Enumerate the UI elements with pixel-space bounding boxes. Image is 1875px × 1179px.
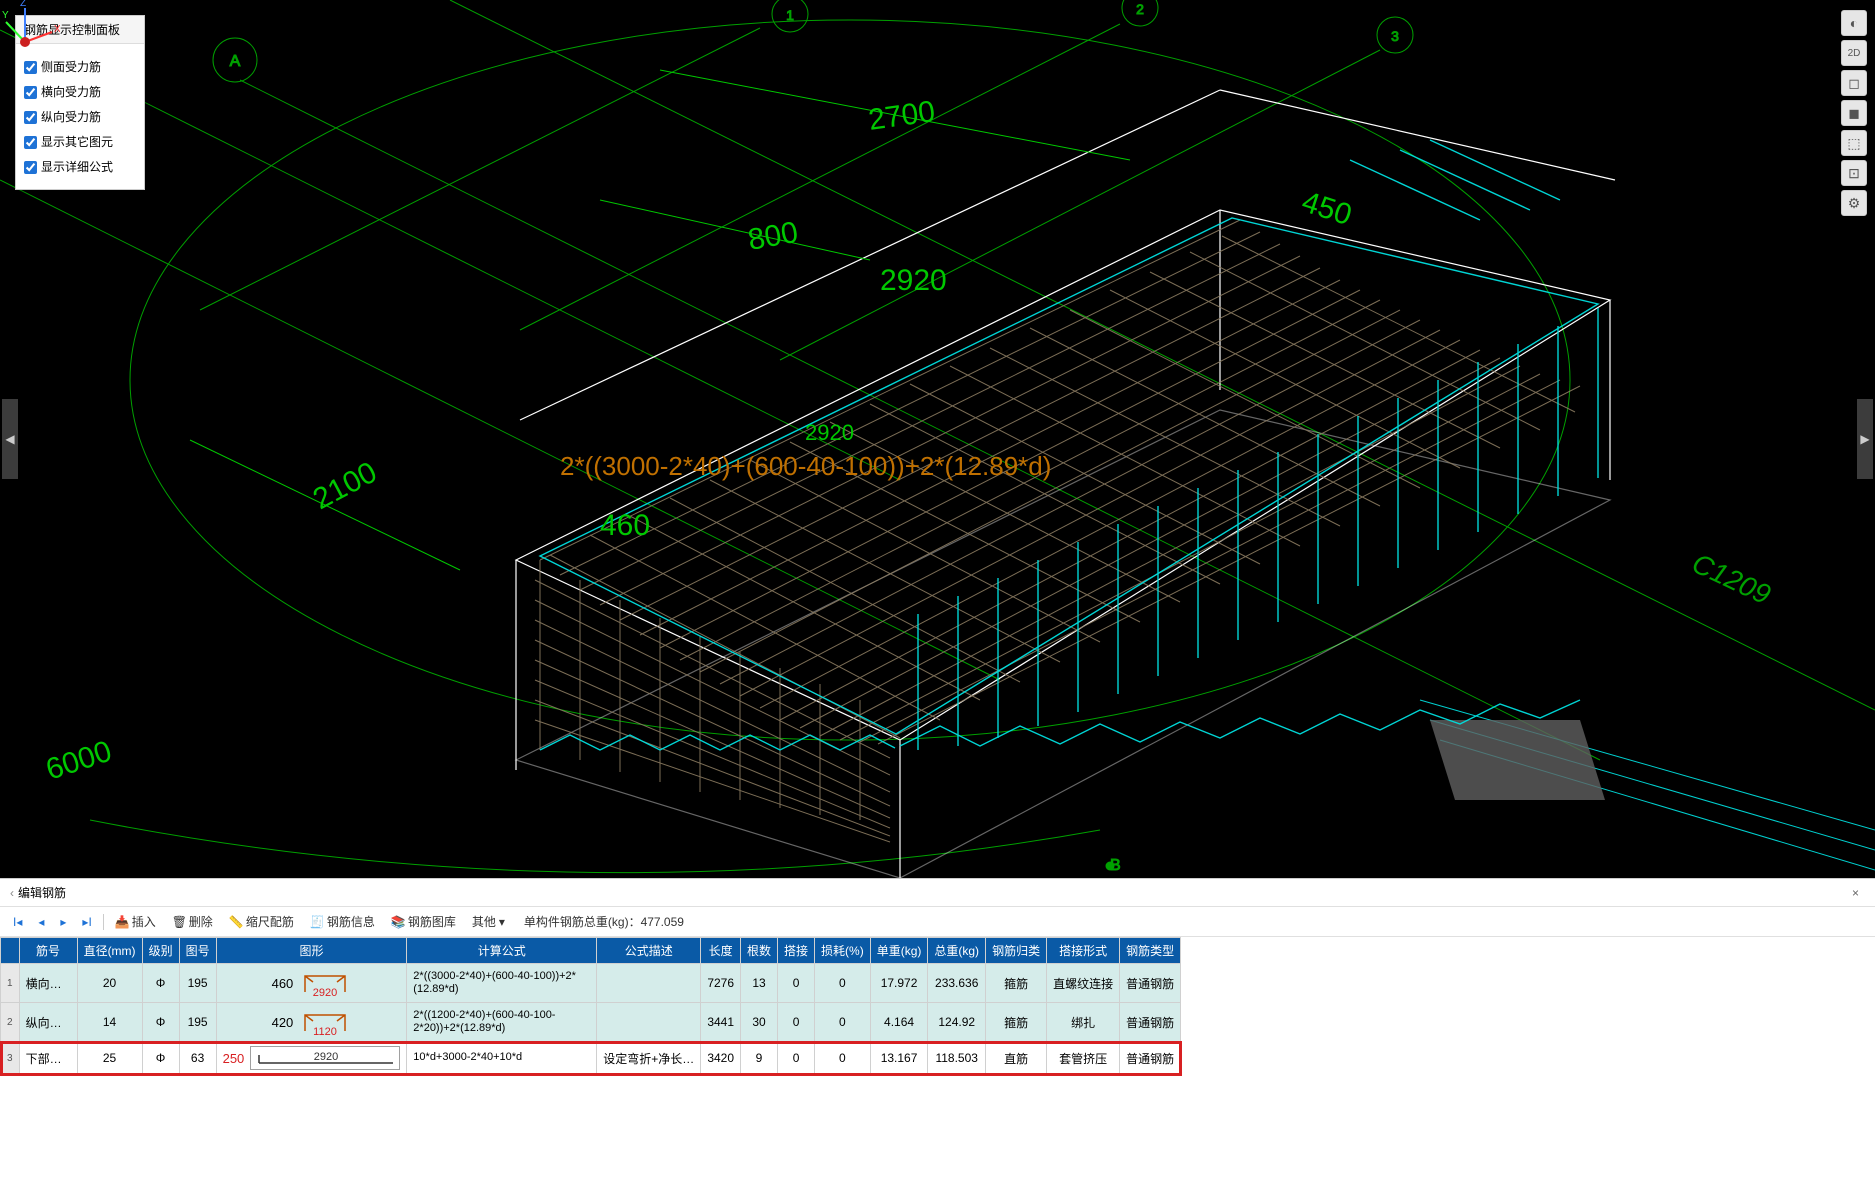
svg-text:2: 2 bbox=[1136, 1, 1144, 17]
col-header[interactable]: 计算公式 bbox=[407, 938, 597, 964]
svg-text:X: X bbox=[54, 24, 60, 35]
svg-text:2920: 2920 bbox=[314, 1051, 338, 1063]
formula-overlay: 2*((3000-2*40)+(600-40-100))+2*(12.89*d) bbox=[560, 451, 1051, 481]
svg-text:C1209: C1209 bbox=[1687, 547, 1775, 610]
cube-fill-icon[interactable]: ◼ bbox=[1841, 100, 1867, 126]
nav-next-icon[interactable]: ▸ bbox=[55, 913, 71, 931]
col-header[interactable]: 单重(kg) bbox=[870, 938, 928, 964]
opt-other-elem[interactable]: 显示其它图元 bbox=[24, 129, 136, 154]
settings-icon[interactable]: ⚙ bbox=[1841, 190, 1867, 216]
svg-text:2920: 2920 bbox=[805, 420, 854, 445]
close-icon[interactable]: × bbox=[1846, 886, 1865, 900]
col-header[interactable]: 搭接形式 bbox=[1047, 938, 1120, 964]
cell-name[interactable]: 纵向受力筋.1 bbox=[19, 1003, 77, 1042]
editor-toolbar: I◂ ◂ ▸ ▸I 📥插入 🗑删除 📏缩尺配筋 🧾钢筋信息 📚钢筋图库 其他 ▾… bbox=[0, 907, 1875, 937]
globe-icon[interactable]: ◐ bbox=[1841, 10, 1867, 36]
svg-text:Y: Y bbox=[2, 10, 9, 21]
opt-v-bar[interactable]: 纵向受力筋 bbox=[24, 104, 136, 129]
right-chevron[interactable]: ▶ bbox=[1857, 399, 1873, 479]
table-row[interactable]: 1横向受力筋.120Φ19546029202*((3000-2*40)+(600… bbox=[1, 964, 1181, 1003]
nav-first-icon[interactable]: I◂ bbox=[8, 913, 27, 931]
insert-icon: 📥 bbox=[115, 915, 129, 929]
lib-icon: 📚 bbox=[391, 915, 405, 929]
cad-drawing: A 1 2 3 B C1 bbox=[0, 0, 1875, 878]
axis-gizmo[interactable]: X Y Z bbox=[0, 0, 60, 60]
select-icon[interactable]: ⬚ bbox=[1841, 130, 1867, 156]
col-header[interactable]: 总重(kg) bbox=[928, 938, 986, 964]
svg-text:6000: 6000 bbox=[42, 735, 116, 787]
rebar-editor-panel: ‹ 编辑钢筋 × I◂ ◂ ▸ ▸I 📥插入 🗑删除 📏缩尺配筋 🧾钢筋信息 📚… bbox=[0, 878, 1875, 1179]
col-header[interactable]: 长度 bbox=[701, 938, 741, 964]
focus-icon[interactable]: ⊡ bbox=[1841, 160, 1867, 186]
svg-text:1: 1 bbox=[786, 7, 794, 23]
table-row[interactable]: 2纵向受力筋.114Φ19542011202*((1200-2*40)+(600… bbox=[1, 1003, 1181, 1042]
chevron-left-icon[interactable]: ‹ bbox=[10, 886, 14, 900]
svg-text:800: 800 bbox=[745, 216, 800, 257]
col-header[interactable]: 公式描述 bbox=[597, 938, 701, 964]
svg-text:2100: 2100 bbox=[308, 456, 382, 516]
cube-wire-icon[interactable]: ◻ bbox=[1841, 70, 1867, 96]
nav-last-icon[interactable]: ▸I bbox=[77, 913, 96, 931]
panel-title: 编辑钢筋 bbox=[18, 884, 66, 901]
left-chevron[interactable]: ◀ bbox=[2, 399, 18, 479]
view-toolbar: ◐ 2D ◻ ◼ ⬚ ⊡ ⚙ bbox=[1841, 10, 1867, 216]
scale-button[interactable]: 📏缩尺配筋 bbox=[224, 911, 299, 932]
cell-name[interactable]: 下部受力筋.1 bbox=[19, 1042, 77, 1075]
opt-detail-formula[interactable]: 显示详细公式 bbox=[24, 154, 136, 179]
rebar-table[interactable]: 筋号直径(mm)级别图号图形计算公式公式描述长度根数搭接损耗(%)单重(kg)总… bbox=[0, 937, 1181, 1075]
col-header[interactable]: 搭接 bbox=[778, 938, 815, 964]
svg-text:460: 460 bbox=[600, 509, 650, 542]
col-header[interactable]: 图号 bbox=[179, 938, 216, 964]
delete-icon: 🗑 bbox=[172, 915, 186, 929]
view-2d-button[interactable]: 2D bbox=[1841, 40, 1867, 66]
svg-text:2920: 2920 bbox=[880, 264, 947, 297]
svg-text:1120: 1120 bbox=[313, 1026, 337, 1037]
viewport-3d[interactable]: A 1 2 3 B C1 bbox=[0, 0, 1875, 878]
opt-h-bar[interactable]: 横向受力筋 bbox=[24, 79, 136, 104]
col-header[interactable]: 直径(mm) bbox=[77, 938, 142, 964]
insert-button[interactable]: 📥插入 bbox=[110, 911, 161, 932]
col-header[interactable]: 图形 bbox=[216, 938, 407, 964]
col-header[interactable]: 损耗(%) bbox=[815, 938, 871, 964]
nav-prev-icon[interactable]: ◂ bbox=[33, 913, 49, 931]
info-icon: 🧾 bbox=[310, 915, 324, 929]
info-button[interactable]: 🧾钢筋信息 bbox=[305, 911, 380, 932]
svg-text:2920: 2920 bbox=[313, 987, 337, 998]
table-row[interactable]: 3下部受力筋.125Φ63250292010*d+3000-2*40+10*d设… bbox=[1, 1042, 1181, 1075]
svg-text:450: 450 bbox=[1298, 185, 1356, 232]
col-header[interactable]: 钢筋归类 bbox=[986, 938, 1047, 964]
cell-name[interactable]: 横向受力筋.1 bbox=[19, 964, 77, 1003]
ruler-icon: 📏 bbox=[229, 915, 243, 929]
col-header[interactable]: 级别 bbox=[142, 938, 179, 964]
svg-text:3: 3 bbox=[1391, 28, 1399, 44]
svg-text:A: A bbox=[230, 53, 241, 70]
other-button[interactable]: 其他 ▾ bbox=[467, 911, 510, 932]
lib-button[interactable]: 📚钢筋图库 bbox=[386, 911, 461, 932]
svg-text:Z: Z bbox=[20, 0, 26, 9]
total-weight: 单构件钢筋总重(kg)：477.059 bbox=[524, 913, 684, 930]
col-header[interactable]: 筋号 bbox=[19, 938, 77, 964]
col-header[interactable]: 钢筋类型 bbox=[1120, 938, 1181, 964]
col-header[interactable]: 根数 bbox=[741, 938, 778, 964]
delete-button[interactable]: 🗑删除 bbox=[167, 911, 218, 932]
